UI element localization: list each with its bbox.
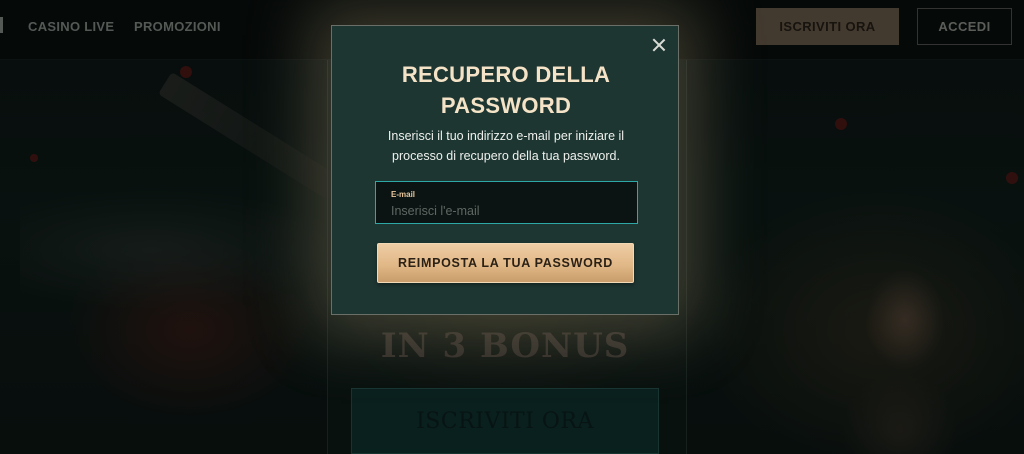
modal-title: RECUPERO DELLA PASSWORD [401,62,611,118]
reset-password-button[interactable]: REIMPOSTA LA TUA PASSWORD [377,243,634,283]
password-recovery-modal: RECUPERO DELLA PASSWORD Inserisci il tuo… [331,25,679,315]
email-field[interactable]: E-mail [375,181,638,224]
close-icon[interactable] [650,36,668,54]
email-input[interactable] [391,202,626,219]
modal-description: Inserisci il tuo indirizzo e-mail per in… [387,129,625,163]
email-label: E-mail [391,190,416,199]
